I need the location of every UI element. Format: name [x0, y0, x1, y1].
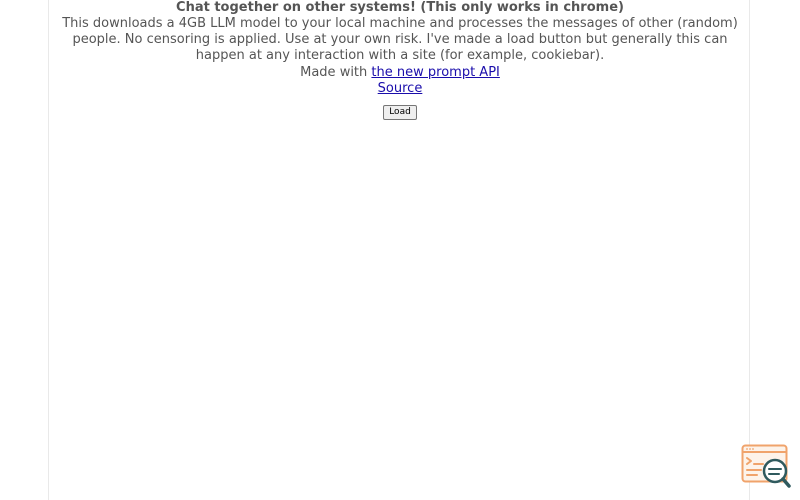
made-with-line: Made with the new prompt API [49, 65, 751, 81]
source-line: Source [49, 81, 751, 97]
description-text: This downloads a 4GB LLM model to your l… [62, 16, 738, 63]
page: Chat together on other systems! (This on… [0, 0, 800, 500]
source-link[interactable]: Source [378, 81, 423, 96]
load-button[interactable]: Load [383, 105, 417, 120]
page-title: Chat together on other systems! (This on… [176, 0, 624, 15]
content-column: Chat together on other systems! (This on… [48, 0, 750, 500]
chat-search-icon[interactable] [741, 444, 793, 490]
made-with-prefix: Made with [300, 65, 368, 80]
prompt-api-link[interactable]: the new prompt API [371, 65, 499, 80]
load-button-wrap: Load [49, 99, 751, 120]
